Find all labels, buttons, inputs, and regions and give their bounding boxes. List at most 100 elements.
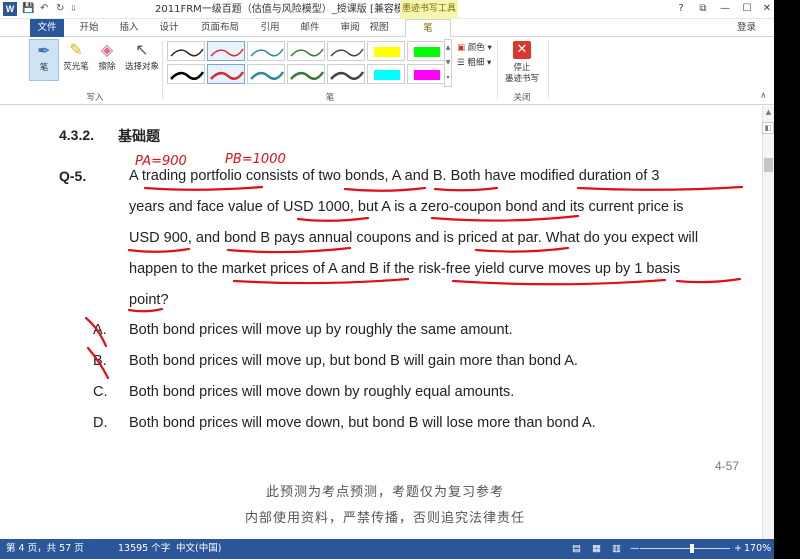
pen-style-8[interactable] xyxy=(247,64,285,84)
maximize-icon[interactable]: ☐ xyxy=(738,1,756,17)
pen-style-2[interactable] xyxy=(207,41,245,61)
web-layout-icon[interactable]: ▥ xyxy=(612,539,621,559)
eraser-label: 擦除 xyxy=(98,62,116,72)
pen-button[interactable]: ✒ 笔 xyxy=(29,39,59,81)
question-line: USD 900, and bond B pays annual coupons … xyxy=(129,230,699,246)
pen-color-label: 颜色 xyxy=(467,43,485,53)
help-icon[interactable]: ? xyxy=(672,1,690,17)
tab-mailings[interactable]: 邮件 xyxy=(294,19,326,37)
vertical-scrollbar[interactable]: ▲ xyxy=(762,106,774,539)
scroll-up-icon[interactable]: ▲ xyxy=(763,106,774,118)
stop-inking-label-1: 停止 xyxy=(513,63,531,73)
collapse-ribbon-icon[interactable]: ∧ xyxy=(760,91,767,101)
option-text-a: Both bond prices will move up by roughly… xyxy=(129,322,513,338)
highlighter-icon: ✎ xyxy=(69,40,83,59)
pen-style-10[interactable] xyxy=(327,64,365,84)
undo-icon[interactable]: ↶ xyxy=(40,2,48,16)
pen-style-7[interactable] xyxy=(207,64,245,84)
pen-style-3[interactable] xyxy=(247,41,285,61)
pen-gallery xyxy=(165,39,445,87)
ribbon-display-icon[interactable]: ⧉ xyxy=(694,1,712,17)
pens-group-label: 笔 xyxy=(325,93,335,103)
eraser-icon: ◈ xyxy=(100,40,114,59)
stop-inking-icon[interactable]: ✕ xyxy=(513,41,531,59)
word-window: W 💾 ↶ ↻ ⇩ 2011FRM一级百题（估值与风险模型）_授课版 [兼容模式… xyxy=(0,0,800,559)
section-title: 基础题 xyxy=(118,129,160,145)
select-objects-label: 选择对象 xyxy=(124,62,159,72)
sign-in-link[interactable]: 登录 xyxy=(737,19,756,37)
pen-style-9[interactable] xyxy=(287,64,325,84)
highlighter-button[interactable]: ✎ 荧光笔 xyxy=(61,39,91,73)
status-bar: 第 4 页，共 57 页 13595 个字 中文(中国) ▤ ▦ ▥ — + 1… xyxy=(0,539,774,559)
question-number: Q-5. xyxy=(59,168,87,184)
highlighter-style-yellow[interactable] xyxy=(367,41,405,61)
section-number: 4.3.2. xyxy=(59,127,95,143)
eraser-button[interactable]: ◈ 擦除 xyxy=(92,39,122,73)
highlighter-style-cyan[interactable] xyxy=(367,64,405,84)
zoom-level[interactable]: 170% xyxy=(744,539,771,559)
select-objects-button[interactable]: ↖ 选择对象 xyxy=(124,39,160,73)
pen-style-1[interactable] xyxy=(167,41,205,61)
ribbon-tabs: 文件 开始 插入 设计 页面布局 引用 邮件 审阅 视图 笔 登录 xyxy=(0,19,800,38)
option-text-b: Both bond prices will move up, but bond … xyxy=(129,353,578,369)
stop-inking-button[interactable]: 停止 墨迹书写 xyxy=(500,63,544,85)
stop-inking-label-2: 墨迹书写 xyxy=(504,74,539,84)
tab-page-layout[interactable]: 页面布局 xyxy=(194,19,246,37)
ink-tools-context-label: 墨迹书写工具 xyxy=(400,0,458,19)
tab-review[interactable]: 审阅 xyxy=(334,19,366,37)
gallery-scroll-button[interactable]: ▲ ▼ ▾ xyxy=(444,39,452,87)
save-icon[interactable]: 💾 xyxy=(22,2,34,16)
tab-file[interactable]: 文件 xyxy=(30,19,64,37)
option-letter-d: D. xyxy=(93,415,108,431)
thickness-icon: ☰ xyxy=(457,58,465,68)
scrollbar-thumb[interactable] xyxy=(764,158,773,172)
pen-label: 笔 xyxy=(39,63,49,73)
tab-home[interactable]: 开始 xyxy=(73,19,105,37)
option-letter-a: A. xyxy=(93,322,107,338)
ruler-toggle-icon[interactable]: ◧ xyxy=(762,122,774,134)
pen-style-5[interactable] xyxy=(327,41,365,61)
print-layout-icon[interactable]: ▦ xyxy=(592,539,601,559)
screen-border xyxy=(774,0,800,559)
minimize-icon[interactable]: — xyxy=(716,1,734,17)
zoom-out-button[interactable]: — xyxy=(630,539,640,559)
zoom-slider[interactable] xyxy=(640,548,730,549)
pen-thickness-label: 粗细 xyxy=(467,58,485,68)
highlighter-label: 荧光笔 xyxy=(63,62,89,72)
ribbon: ✒ 笔 ✎ 荧光笔 ◈ 擦除 ↖ 选择对象 写入 ▲ ▼ ▾ ▣ 颜色 ▾ ☰ … xyxy=(0,37,800,105)
pen-style-4[interactable] xyxy=(287,41,325,61)
ribbon-separator xyxy=(162,41,163,99)
redo-icon[interactable]: ↻ xyxy=(56,2,64,16)
option-text-c: Both bond prices will move down by rough… xyxy=(129,384,515,400)
footer-note-1: 此预测为考点预测，考题仅为复习参考 xyxy=(265,485,504,500)
zoom-slider-thumb[interactable] xyxy=(690,544,694,553)
highlighter-style-magenta[interactable] xyxy=(407,64,445,84)
question-line: A trading portfolio consists of two bond… xyxy=(129,168,660,184)
question-line: happen to the market prices of A and B i… xyxy=(129,261,681,277)
question-line: years and face value of USD 1000, but A … xyxy=(129,199,684,215)
color-icon: ▣ xyxy=(457,43,466,53)
highlighter-style-green[interactable] xyxy=(407,41,445,61)
pen-color-dropdown[interactable]: ▣ 颜色 ▾ xyxy=(457,42,492,54)
pen-thickness-dropdown[interactable]: ☰ 粗细 ▾ xyxy=(457,57,491,69)
arrow-cursor-icon: ↖ xyxy=(135,40,149,59)
tab-view[interactable]: 视图 xyxy=(363,19,395,37)
tab-pen[interactable]: 笔 xyxy=(405,19,451,38)
title-bar: W 💾 ↶ ↻ ⇩ 2011FRM一级百题（估值与风险模型）_授课版 [兼容模式… xyxy=(0,0,800,19)
ribbon-separator xyxy=(548,41,549,99)
read-mode-icon[interactable]: ▤ xyxy=(572,539,581,559)
tab-references[interactable]: 引用 xyxy=(254,19,286,37)
option-letter-c: C. xyxy=(93,384,108,400)
tab-insert[interactable]: 插入 xyxy=(113,19,145,37)
option-letter-b: B. xyxy=(93,353,107,369)
language-indicator[interactable]: 中文(中国) xyxy=(176,539,221,559)
pen-style-6[interactable] xyxy=(167,64,205,84)
tab-design[interactable]: 设计 xyxy=(153,19,185,37)
word-count[interactable]: 13595 个字 xyxy=(118,539,170,559)
page-count[interactable]: 第 4 页，共 57 页 xyxy=(6,539,84,559)
page-label: 4-57 xyxy=(715,459,740,473)
ribbon-separator xyxy=(497,41,498,99)
word-logo-icon[interactable]: W xyxy=(3,2,17,16)
zoom-in-button[interactable]: + xyxy=(734,539,742,559)
customize-quick-access-icon[interactable]: ⇩ xyxy=(70,2,77,16)
